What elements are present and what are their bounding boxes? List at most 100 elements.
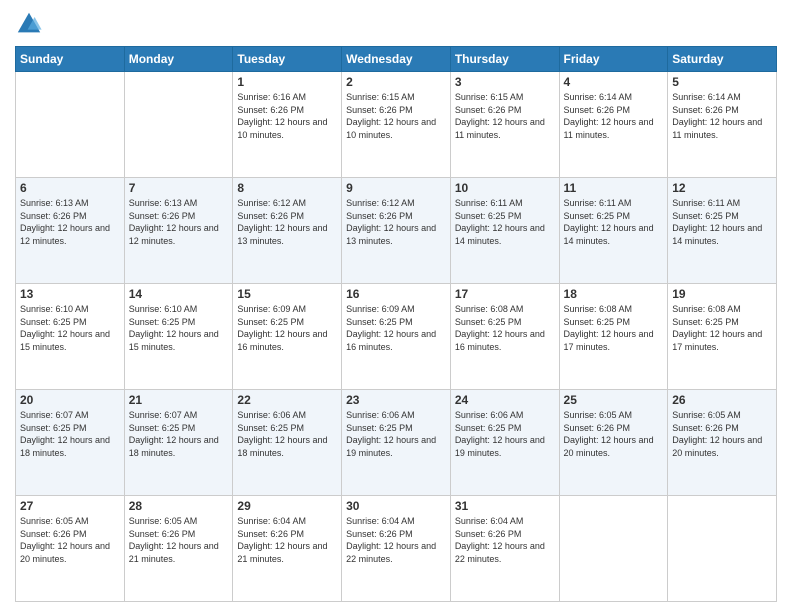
calendar-cell <box>124 72 233 178</box>
day-number: 12 <box>672 181 772 195</box>
calendar-cell: 9 Sunrise: 6:12 AM Sunset: 6:26 PM Daylig… <box>342 178 451 284</box>
day-number: 19 <box>672 287 772 301</box>
day-number: 3 <box>455 75 555 89</box>
day-info: Sunrise: 6:04 AM Sunset: 6:26 PM Dayligh… <box>346 515 446 565</box>
calendar-cell: 19 Sunrise: 6:08 AM Sunset: 6:25 PM Dayli… <box>668 284 777 390</box>
day-info: Sunrise: 6:05 AM Sunset: 6:26 PM Dayligh… <box>672 409 772 459</box>
day-info: Sunrise: 6:05 AM Sunset: 6:26 PM Dayligh… <box>564 409 664 459</box>
calendar-header-tuesday: Tuesday <box>233 47 342 72</box>
calendar-cell: 18 Sunrise: 6:08 AM Sunset: 6:25 PM Dayli… <box>559 284 668 390</box>
day-number: 14 <box>129 287 229 301</box>
day-info: Sunrise: 6:09 AM Sunset: 6:25 PM Dayligh… <box>237 303 337 353</box>
calendar-week-row: 6 Sunrise: 6:13 AM Sunset: 6:26 PM Daylig… <box>16 178 777 284</box>
day-info: Sunrise: 6:06 AM Sunset: 6:25 PM Dayligh… <box>455 409 555 459</box>
calendar-cell: 23 Sunrise: 6:06 AM Sunset: 6:25 PM Dayli… <box>342 390 451 496</box>
calendar-header-wednesday: Wednesday <box>342 47 451 72</box>
calendar-week-row: 13 Sunrise: 6:10 AM Sunset: 6:25 PM Dayli… <box>16 284 777 390</box>
calendar-cell: 13 Sunrise: 6:10 AM Sunset: 6:25 PM Dayli… <box>16 284 125 390</box>
calendar-header-saturday: Saturday <box>668 47 777 72</box>
day-info: Sunrise: 6:08 AM Sunset: 6:25 PM Dayligh… <box>672 303 772 353</box>
day-info: Sunrise: 6:14 AM Sunset: 6:26 PM Dayligh… <box>672 91 772 141</box>
calendar-cell: 21Sunrise: 6:07 AM Sunset: 6:25 PM Dayli… <box>124 390 233 496</box>
day-info: Sunrise: 6:11 AM Sunset: 6:25 PM Dayligh… <box>672 197 772 247</box>
day-number: 15 <box>237 287 337 301</box>
calendar-header-row: SundayMondayTuesdayWednesdayThursdayFrid… <box>16 47 777 72</box>
day-number: 5 <box>672 75 772 89</box>
day-info: Sunrise: 6:10 AM Sunset: 6:25 PM Dayligh… <box>20 303 120 353</box>
day-number: 24 <box>455 393 555 407</box>
day-info: Sunrise: 6:05 AM Sunset: 6:26 PM Dayligh… <box>20 515 120 565</box>
calendar-cell: 30 Sunrise: 6:04 AM Sunset: 6:26 PM Dayli… <box>342 496 451 602</box>
day-info: Sunrise: 6:16 AM Sunset: 6:26 PM Dayligh… <box>237 91 337 141</box>
calendar-cell: 29 Sunrise: 6:04 AM Sunset: 6:26 PM Dayli… <box>233 496 342 602</box>
day-info: Sunrise: 6:05 AM Sunset: 6:26 PM Dayligh… <box>129 515 229 565</box>
header <box>15 10 777 38</box>
day-info: Sunrise: 6:09 AM Sunset: 6:25 PM Dayligh… <box>346 303 446 353</box>
day-number: 27 <box>20 499 120 513</box>
day-info: Sunrise: 6:06 AM Sunset: 6:25 PM Dayligh… <box>346 409 446 459</box>
logo-icon <box>15 10 43 38</box>
day-number: 8 <box>237 181 337 195</box>
day-info: Sunrise: 6:12 AM Sunset: 6:26 PM Dayligh… <box>237 197 337 247</box>
calendar-week-row: 20 Sunrise: 6:07 AM Sunset: 6:25 PM Dayli… <box>16 390 777 496</box>
day-number: 16 <box>346 287 446 301</box>
day-number: 18 <box>564 287 664 301</box>
calendar-cell: 2Sunrise: 6:15 AM Sunset: 6:26 PM Daylig… <box>342 72 451 178</box>
calendar-cell: 27 Sunrise: 6:05 AM Sunset: 6:26 PM Dayli… <box>16 496 125 602</box>
day-number: 25 <box>564 393 664 407</box>
day-number: 4 <box>564 75 664 89</box>
day-number: 2 <box>346 75 446 89</box>
calendar-cell <box>668 496 777 602</box>
day-number: 28 <box>129 499 229 513</box>
day-info: Sunrise: 6:13 AM Sunset: 6:26 PM Dayligh… <box>20 197 120 247</box>
calendar-cell: 8 Sunrise: 6:12 AM Sunset: 6:26 PM Daylig… <box>233 178 342 284</box>
day-number: 30 <box>346 499 446 513</box>
calendar-cell: 3Sunrise: 6:15 AM Sunset: 6:26 PM Daylig… <box>450 72 559 178</box>
calendar-cell: 17 Sunrise: 6:08 AM Sunset: 6:25 PM Dayli… <box>450 284 559 390</box>
day-info: Sunrise: 6:04 AM Sunset: 6:26 PM Dayligh… <box>237 515 337 565</box>
calendar-cell: 22Sunrise: 6:06 AM Sunset: 6:25 PM Dayli… <box>233 390 342 496</box>
day-number: 29 <box>237 499 337 513</box>
calendar-cell <box>16 72 125 178</box>
calendar-cell: 31Sunrise: 6:04 AM Sunset: 6:26 PM Dayli… <box>450 496 559 602</box>
day-number: 11 <box>564 181 664 195</box>
day-number: 9 <box>346 181 446 195</box>
calendar-cell: 11 Sunrise: 6:11 AM Sunset: 6:25 PM Dayli… <box>559 178 668 284</box>
calendar-cell: 15 Sunrise: 6:09 AM Sunset: 6:25 PM Dayli… <box>233 284 342 390</box>
calendar-cell: 26 Sunrise: 6:05 AM Sunset: 6:26 PM Dayli… <box>668 390 777 496</box>
day-number: 7 <box>129 181 229 195</box>
day-info: Sunrise: 6:13 AM Sunset: 6:26 PM Dayligh… <box>129 197 229 247</box>
day-number: 20 <box>20 393 120 407</box>
calendar-header-thursday: Thursday <box>450 47 559 72</box>
page: SundayMondayTuesdayWednesdayThursdayFrid… <box>0 0 792 612</box>
day-number: 6 <box>20 181 120 195</box>
day-number: 26 <box>672 393 772 407</box>
day-number: 23 <box>346 393 446 407</box>
day-info: Sunrise: 6:08 AM Sunset: 6:25 PM Dayligh… <box>455 303 555 353</box>
calendar-cell: 25 Sunrise: 6:05 AM Sunset: 6:26 PM Dayli… <box>559 390 668 496</box>
day-info: Sunrise: 6:12 AM Sunset: 6:26 PM Dayligh… <box>346 197 446 247</box>
logo <box>15 10 47 38</box>
day-number: 21 <box>129 393 229 407</box>
day-number: 1 <box>237 75 337 89</box>
calendar-header-sunday: Sunday <box>16 47 125 72</box>
calendar-week-row: 1 Sunrise: 6:16 AM Sunset: 6:26 PM Daylig… <box>16 72 777 178</box>
day-info: Sunrise: 6:08 AM Sunset: 6:25 PM Dayligh… <box>564 303 664 353</box>
day-info: Sunrise: 6:14 AM Sunset: 6:26 PM Dayligh… <box>564 91 664 141</box>
calendar-cell: 16 Sunrise: 6:09 AM Sunset: 6:25 PM Dayli… <box>342 284 451 390</box>
day-number: 17 <box>455 287 555 301</box>
calendar-cell: 10Sunrise: 6:11 AM Sunset: 6:25 PM Dayli… <box>450 178 559 284</box>
day-info: Sunrise: 6:06 AM Sunset: 6:25 PM Dayligh… <box>237 409 337 459</box>
calendar-week-row: 27 Sunrise: 6:05 AM Sunset: 6:26 PM Dayli… <box>16 496 777 602</box>
calendar-header-friday: Friday <box>559 47 668 72</box>
day-info: Sunrise: 6:10 AM Sunset: 6:25 PM Dayligh… <box>129 303 229 353</box>
calendar-header-monday: Monday <box>124 47 233 72</box>
day-info: Sunrise: 6:07 AM Sunset: 6:25 PM Dayligh… <box>20 409 120 459</box>
day-number: 13 <box>20 287 120 301</box>
calendar-cell: 6 Sunrise: 6:13 AM Sunset: 6:26 PM Daylig… <box>16 178 125 284</box>
calendar-cell: 24 Sunrise: 6:06 AM Sunset: 6:25 PM Dayli… <box>450 390 559 496</box>
calendar-cell: 7 Sunrise: 6:13 AM Sunset: 6:26 PM Daylig… <box>124 178 233 284</box>
calendar-cell: 12 Sunrise: 6:11 AM Sunset: 6:25 PM Dayli… <box>668 178 777 284</box>
calendar-table: SundayMondayTuesdayWednesdayThursdayFrid… <box>15 46 777 602</box>
day-info: Sunrise: 6:11 AM Sunset: 6:25 PM Dayligh… <box>564 197 664 247</box>
